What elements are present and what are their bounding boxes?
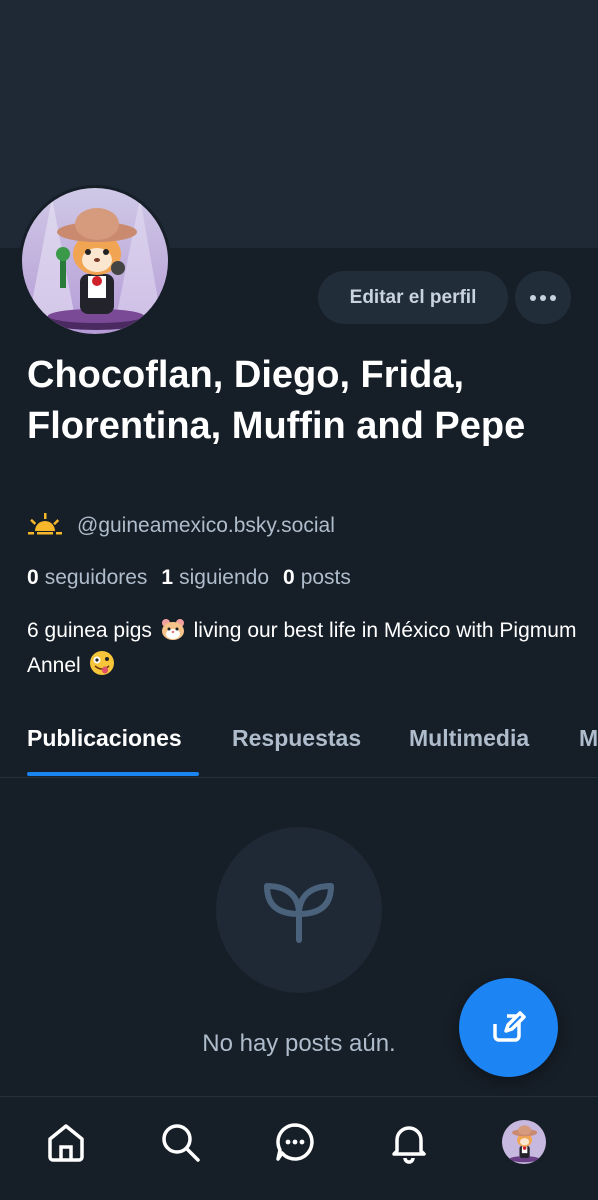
edit-profile-button[interactable]: Editar el perfil [318, 271, 508, 324]
sunrise-emoji-icon [27, 511, 63, 542]
more-options-button[interactable] [515, 271, 571, 324]
tab-respuestas[interactable]: Respuestas [232, 716, 361, 777]
nav-profile[interactable] [499, 1117, 549, 1167]
compose-post-button[interactable] [459, 978, 558, 1077]
following-count: 1 [161, 566, 174, 589]
sprout-icon [264, 883, 334, 943]
search-icon [162, 1124, 200, 1162]
followers-stat[interactable]: 0 seguidores [27, 566, 147, 590]
tab-multimedia[interactable]: Multimedia [409, 716, 529, 777]
profile-screen: Editar el perfil Chocoflan, Diego, Frida… [0, 0, 598, 1200]
following-label: siguiendo [179, 566, 270, 589]
following-stat[interactable]: 1 siguiendo [161, 566, 269, 590]
handle-row: @guineamexico.bsky.social [27, 510, 335, 542]
hamster-emoji-icon [160, 617, 186, 650]
posts-stat: 0 posts [283, 566, 351, 590]
followers-label: seguidores [44, 566, 148, 589]
display-name: Chocoflan, Diego, Frida, Florentina, Muf… [27, 354, 526, 447]
compose-icon [492, 1010, 526, 1042]
profile-tabs: Publicaciones Respuestas Multimedia M [0, 716, 598, 778]
profile-avatar-small [502, 1120, 546, 1164]
more-dots-icon [530, 294, 556, 301]
posts-label: posts [300, 566, 351, 589]
nav-notifications[interactable] [384, 1117, 434, 1167]
bottom-navigation [0, 1096, 598, 1200]
bell-icon [392, 1126, 426, 1164]
profile-bio: 6 guinea pigs living our best life in Mé… [27, 615, 587, 685]
bio-text-start: 6 guinea pigs [27, 619, 152, 642]
posts-count: 0 [283, 566, 295, 589]
profile-avatar[interactable] [19, 185, 171, 337]
profile-handle[interactable]: @guineamexico.bsky.social [77, 514, 335, 538]
profile-stats: 0 seguidores 1 siguiendo 0 posts [27, 563, 365, 593]
nav-home[interactable] [41, 1117, 91, 1167]
followers-count: 0 [27, 566, 39, 589]
zany-face-emoji-icon [89, 650, 115, 685]
avatar-image [22, 188, 168, 334]
nav-chat[interactable] [270, 1117, 320, 1167]
chat-icon [276, 1123, 314, 1161]
tab-more-truncated[interactable]: M [579, 716, 598, 777]
active-tab-indicator [27, 772, 199, 776]
empty-feed-illustration [216, 827, 382, 993]
tab-publicaciones[interactable]: Publicaciones [27, 716, 182, 777]
nav-search[interactable] [155, 1117, 205, 1167]
home-icon [48, 1124, 84, 1162]
